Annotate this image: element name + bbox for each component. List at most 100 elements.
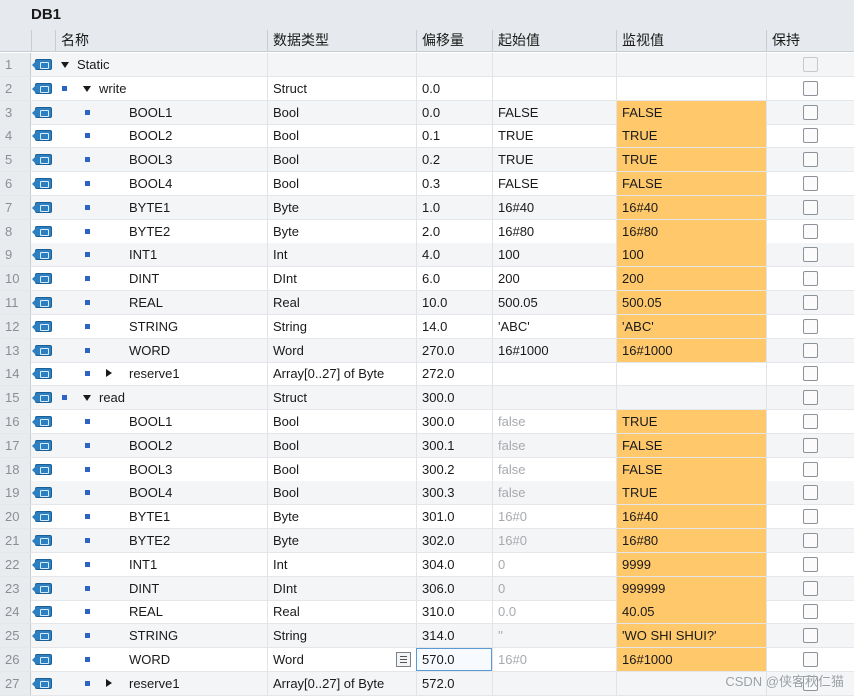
- name-cell[interactable]: reserve1: [55, 362, 267, 385]
- offset-cell[interactable]: 572.0: [416, 671, 492, 695]
- monitor-value-cell[interactable]: 40.05: [616, 600, 766, 624]
- start-value-cell[interactable]: 'ABC': [492, 314, 616, 338]
- offset-cell[interactable]: 0.1: [416, 124, 492, 148]
- monitor-value-cell[interactable]: 'ABC': [616, 314, 766, 338]
- expand-arrow-icon[interactable]: [106, 369, 112, 378]
- header-monitor-value[interactable]: 监视值: [616, 30, 766, 52]
- table-row[interactable]: 9 INT1 Int 4.0 100 100: [0, 243, 854, 268]
- data-type-cell[interactable]: Byte: [267, 529, 416, 552]
- table-row[interactable]: 26 WORD Word 570.0 16#0 16#1000: [0, 648, 854, 672]
- start-value-cell[interactable]: 500.05: [492, 291, 616, 314]
- monitor-value-cell[interactable]: 9999: [616, 552, 766, 576]
- start-value-cell[interactable]: FALSE: [492, 100, 616, 124]
- monitor-value-cell[interactable]: 500.05: [616, 291, 766, 314]
- header-start-value[interactable]: 起始值: [492, 30, 616, 52]
- expand-arrow-icon[interactable]: [106, 678, 112, 687]
- retain-checkbox[interactable]: [803, 628, 818, 644]
- name-cell[interactable]: DINT: [55, 577, 267, 600]
- monitor-value-cell[interactable]: FALSE: [616, 457, 766, 481]
- start-value-cell[interactable]: 16#1000: [492, 338, 616, 362]
- table-row[interactable]: 13 WORD Word 270.0 16#1000 16#1000: [0, 338, 854, 363]
- start-value-cell[interactable]: 16#0: [492, 529, 616, 552]
- name-cell[interactable]: BYTE2: [55, 529, 267, 552]
- start-value-cell[interactable]: [492, 671, 616, 695]
- offset-cell[interactable]: 301.0: [416, 505, 492, 529]
- data-type-cell[interactable]: Struct: [267, 386, 416, 410]
- table-row[interactable]: 8 BYTE2 Byte 2.0 16#80 16#80: [0, 219, 854, 244]
- name-cell[interactable]: WORD: [55, 339, 267, 362]
- table-row[interactable]: 18 BOOL3 Bool 300.2 false FALSE: [0, 457, 854, 482]
- retain-checkbox[interactable]: [803, 509, 818, 525]
- retain-checkbox[interactable]: [803, 437, 818, 453]
- table-row[interactable]: 6 BOOL4 Bool 0.3 FALSE FALSE: [0, 172, 854, 196]
- table-row[interactable]: 19 BOOL4 Bool 300.3 false TRUE: [0, 481, 854, 506]
- name-cell[interactable]: BYTE1: [55, 196, 267, 219]
- data-type-cell[interactable]: String: [267, 314, 416, 338]
- data-type-cell[interactable]: Byte: [267, 195, 416, 219]
- data-type-cell[interactable]: Bool: [267, 148, 416, 172]
- table-row[interactable]: 20 BYTE1 Byte 301.0 16#0 16#40: [0, 505, 854, 530]
- edit-list-icon[interactable]: [396, 652, 411, 667]
- data-type-cell[interactable]: Bool: [267, 410, 416, 433]
- table-row[interactable]: 14 reserve1 Array[0..27] of Byte 272.0: [0, 362, 854, 387]
- offset-cell[interactable]: 570.0: [416, 648, 492, 671]
- start-value-cell[interactable]: [492, 76, 616, 100]
- monitor-value-cell[interactable]: 16#80: [616, 529, 766, 552]
- name-cell[interactable]: BOOL4: [55, 172, 267, 195]
- retain-checkbox[interactable]: [803, 485, 818, 501]
- header-data-type[interactable]: 数据类型: [267, 30, 416, 52]
- offset-cell[interactable]: 0.0: [416, 76, 492, 100]
- retain-checkbox[interactable]: [803, 366, 818, 382]
- retain-checkbox[interactable]: [803, 271, 818, 287]
- data-type-cell[interactable]: Array[0..27] of Byte: [267, 671, 416, 695]
- name-cell[interactable]: BOOL1: [55, 410, 267, 433]
- monitor-value-cell[interactable]: FALSE: [616, 433, 766, 457]
- monitor-value-cell[interactable]: [616, 362, 766, 386]
- offset-cell[interactable]: 14.0: [416, 314, 492, 338]
- start-value-cell[interactable]: false: [492, 457, 616, 481]
- name-cell[interactable]: Static: [55, 53, 267, 76]
- retain-checkbox[interactable]: [803, 128, 818, 144]
- retain-checkbox[interactable]: [803, 414, 818, 429]
- data-type-cell[interactable]: Byte: [267, 505, 416, 529]
- name-cell[interactable]: BOOL3: [55, 458, 267, 481]
- offset-cell[interactable]: 1.0: [416, 195, 492, 219]
- offset-cell[interactable]: 4.0: [416, 243, 492, 267]
- data-type-cell[interactable]: Bool: [267, 100, 416, 124]
- data-type-cell[interactable]: Bool: [267, 433, 416, 457]
- start-value-cell[interactable]: 0: [492, 552, 616, 576]
- data-type-cell[interactable]: Real: [267, 291, 416, 314]
- name-cell[interactable]: BYTE2: [55, 220, 267, 243]
- retain-checkbox[interactable]: [803, 461, 818, 477]
- offset-cell[interactable]: 310.0: [416, 600, 492, 624]
- offset-cell[interactable]: 272.0: [416, 362, 492, 386]
- start-value-cell[interactable]: 200: [492, 267, 616, 291]
- name-cell[interactable]: STRING: [55, 624, 267, 647]
- name-cell[interactable]: DINT: [55, 267, 267, 290]
- data-type-cell[interactable]: String: [267, 624, 416, 648]
- retain-checkbox[interactable]: [803, 199, 818, 215]
- retain-checkbox[interactable]: [803, 318, 818, 334]
- monitor-value-cell[interactable]: [616, 53, 766, 76]
- retain-checkbox[interactable]: [803, 57, 818, 72]
- monitor-value-cell[interactable]: 16#1000: [616, 648, 766, 671]
- monitor-value-cell[interactable]: 16#1000: [616, 338, 766, 362]
- monitor-value-cell[interactable]: TRUE: [616, 148, 766, 172]
- table-row[interactable]: 1 Static: [0, 53, 854, 77]
- data-type-cell[interactable]: DInt: [267, 576, 416, 600]
- monitor-value-cell[interactable]: TRUE: [616, 410, 766, 433]
- retain-checkbox[interactable]: [803, 580, 818, 596]
- offset-cell[interactable]: 300.1: [416, 433, 492, 457]
- data-type-cell[interactable]: Struct: [267, 76, 416, 100]
- monitor-value-cell[interactable]: TRUE: [616, 481, 766, 505]
- table-row[interactable]: 10 DINT DInt 6.0 200 200: [0, 267, 854, 292]
- data-type-cell[interactable]: Word: [267, 648, 416, 671]
- retain-checkbox[interactable]: [803, 247, 818, 263]
- offset-cell[interactable]: 10.0: [416, 291, 492, 314]
- retain-checkbox[interactable]: [803, 342, 818, 358]
- monitor-value-cell[interactable]: FALSE: [616, 100, 766, 124]
- name-cell[interactable]: STRING: [55, 315, 267, 338]
- collapse-arrow-icon[interactable]: [83, 395, 91, 402]
- monitor-value-cell[interactable]: 999999: [616, 576, 766, 600]
- start-value-cell[interactable]: 16#40: [492, 195, 616, 219]
